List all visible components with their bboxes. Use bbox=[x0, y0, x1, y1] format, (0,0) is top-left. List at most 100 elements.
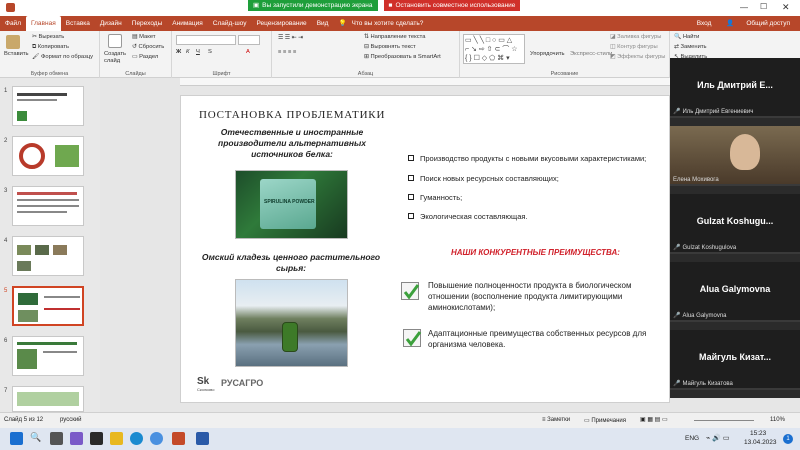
slide-thumbnail[interactable] bbox=[12, 386, 84, 412]
view-buttons[interactable]: ▣ ▦ ▤ ▭ bbox=[640, 416, 668, 423]
search-icon[interactable]: 🔍 bbox=[30, 432, 43, 445]
tab-home[interactable]: Главная bbox=[25, 16, 61, 31]
thumb-number: 6 bbox=[4, 338, 8, 344]
checkmark-icon bbox=[403, 329, 422, 347]
tab-review[interactable]: Рецензирование bbox=[251, 16, 311, 31]
text-direction-button[interactable]: ⇅ Направление текста bbox=[364, 34, 425, 40]
slide-thumbnail[interactable] bbox=[12, 136, 84, 176]
group-label: Буфер обмена bbox=[30, 71, 69, 77]
group-label: Слайды bbox=[125, 71, 146, 77]
comments-button[interactable]: ▭ Примечания bbox=[584, 417, 626, 424]
align-text-button[interactable]: ⊟ Выровнять текст bbox=[364, 44, 416, 50]
bullet-item: Экологическая составляющая. bbox=[408, 212, 528, 221]
underline-button[interactable]: Ч bbox=[196, 49, 200, 55]
bullet-item: Поиск новых ресурсных составляющих; bbox=[408, 174, 559, 183]
section-button[interactable]: ▭ Раздел bbox=[132, 54, 158, 60]
skolkovo-logo: Sk Сколково bbox=[197, 376, 215, 392]
network-icon[interactable]: ⌁ 🔊 ▭ bbox=[706, 434, 729, 442]
tab-animation[interactable]: Анимация bbox=[167, 16, 208, 31]
participant-tile[interactable]: Alua Galymovna 🎤 Alua Galymovna bbox=[670, 262, 800, 322]
tab-file[interactable]: Файл bbox=[0, 16, 26, 31]
share-button[interactable]: 👤 Общий доступ bbox=[716, 16, 800, 31]
maximize-icon[interactable]: ☐ bbox=[760, 2, 767, 11]
advantage-2: Адаптационные преимущества собственных р… bbox=[428, 329, 647, 349]
keyboard-language[interactable]: ENG bbox=[685, 435, 699, 442]
italic-button[interactable]: К bbox=[186, 49, 189, 55]
tab-view[interactable]: Вид bbox=[312, 16, 334, 31]
share-icon: ▣ bbox=[253, 2, 260, 9]
shape-outline-button[interactable]: ◫ Контур фигуры bbox=[610, 44, 658, 50]
chat-icon[interactable] bbox=[70, 432, 83, 445]
format-painter-button[interactable]: 🖌 Формат по образцу bbox=[32, 54, 93, 60]
chrome-icon[interactable] bbox=[150, 432, 163, 445]
align-buttons[interactable]: ≡ ≡ ≡ ≡ bbox=[278, 49, 296, 55]
font-family-select[interactable] bbox=[176, 35, 236, 45]
tab-insert[interactable]: Вставка bbox=[61, 16, 95, 31]
word-icon[interactable] bbox=[196, 432, 209, 445]
share-status: ▣ Вы запустили демонстрацию экрана bbox=[248, 0, 378, 11]
copy-button[interactable]: ⧉ Копировать bbox=[32, 44, 69, 51]
quick-styles-button[interactable]: Экспресс-стили bbox=[570, 51, 612, 57]
checkmark-icon bbox=[401, 282, 420, 300]
tab-transitions[interactable]: Переходы bbox=[127, 16, 168, 31]
participant-tile[interactable]: Иль Дмитрий Е... 🎤 Иль Дмитрий Евгениевич bbox=[670, 58, 800, 118]
smartart-button[interactable]: ⊞ Преобразовать в SmartArt bbox=[364, 54, 441, 60]
horizontal-ruler bbox=[180, 78, 670, 86]
tab-design[interactable]: Дизайн bbox=[95, 16, 127, 31]
tab-slideshow[interactable]: Слайд-шоу bbox=[208, 16, 252, 31]
shape-fill-button[interactable]: ◪ Заливка фигуры bbox=[610, 34, 661, 40]
slide-thumbnail[interactable] bbox=[12, 236, 84, 276]
find-button[interactable]: 🔍 Найти bbox=[674, 34, 699, 40]
spirulina-image: SPIRULINA POWDER bbox=[235, 170, 348, 239]
zoom-level[interactable]: 110% bbox=[770, 417, 785, 423]
paste-button[interactable]: Вставить bbox=[4, 51, 29, 57]
slide-thumbnail[interactable] bbox=[12, 86, 84, 126]
arrange-button[interactable]: Упорядочить bbox=[530, 51, 565, 57]
clock-time[interactable]: 15:23 bbox=[750, 430, 766, 437]
strike-button[interactable]: S bbox=[208, 49, 212, 55]
notes-button[interactable]: ≡ Заметки bbox=[542, 417, 570, 423]
group-clipboard: Вставить ✂ Вырезать ⧉ Копировать 🖌 Форма… bbox=[0, 31, 100, 78]
login-link[interactable]: Вход bbox=[692, 16, 717, 31]
group-paragraph: ☰ ☰ ⇤ ⇥ ≡ ≡ ≡ ≡ ⇅ Направление текста ⊟ В… bbox=[272, 31, 460, 78]
tell-me-input[interactable]: Что вы хотите сделать? bbox=[352, 16, 429, 31]
font-size-select[interactable] bbox=[238, 35, 260, 45]
new-slide-icon[interactable] bbox=[108, 34, 122, 48]
group-label: Абзац bbox=[357, 71, 374, 77]
language-indicator[interactable]: русский bbox=[60, 417, 82, 423]
bold-button[interactable]: Ж bbox=[176, 49, 181, 55]
edge-icon[interactable] bbox=[130, 432, 143, 445]
bullets-button[interactable]: ☰ ☰ ⇤ ⇥ bbox=[278, 35, 303, 41]
zoom-slider[interactable] bbox=[694, 420, 754, 421]
thumb-number: 3 bbox=[4, 188, 8, 194]
stop-share-button[interactable]: ■ Остановить совместное использование bbox=[383, 0, 521, 11]
cut-button[interactable]: ✂ Вырезать bbox=[32, 34, 64, 40]
powerpoint-icon[interactable] bbox=[172, 432, 185, 445]
new-slide-button[interactable]: Создать слайд bbox=[104, 51, 130, 65]
participant-tile[interactable]: Елена Мохивога bbox=[670, 126, 800, 186]
paste-icon[interactable] bbox=[6, 35, 20, 49]
group-label: Рисование bbox=[550, 71, 579, 77]
minimize-icon[interactable]: — bbox=[740, 3, 748, 12]
shape-effects-button[interactable]: ◩ Эффекты фигуры bbox=[610, 54, 665, 60]
reset-button[interactable]: ↺ Сбросить bbox=[132, 44, 164, 50]
camera-app-icon[interactable] bbox=[90, 432, 103, 445]
font-color-button[interactable]: A bbox=[246, 49, 250, 55]
close-icon[interactable]: ✕ bbox=[782, 2, 790, 13]
replace-button[interactable]: ⇄ Заменить bbox=[674, 44, 707, 50]
shapes-gallery[interactable]: ▭ ╲ ╲ □ ○ ▭ △ ⌐ ↘ ⇨ ⇧ ⊂ ⌒ ☆{ } ☐ ◇ ⬠ ⌘ ▾ bbox=[463, 34, 525, 64]
slide-thumbnail[interactable] bbox=[12, 336, 84, 376]
left-heading: Отечественные и иностранные производител… bbox=[218, 127, 366, 159]
file-explorer-icon[interactable] bbox=[110, 432, 123, 445]
notification-badge[interactable]: 1 bbox=[783, 434, 793, 444]
task-view-icon[interactable] bbox=[50, 432, 63, 445]
save-icon[interactable] bbox=[6, 3, 15, 12]
clock-date[interactable]: 13.04.2023 bbox=[744, 439, 777, 446]
start-icon[interactable] bbox=[10, 432, 23, 445]
mic-muted-icon: 🎤 bbox=[673, 381, 681, 387]
slide-thumbnail-selected[interactable] bbox=[12, 286, 84, 326]
layout-button[interactable]: ▤ Макет bbox=[132, 34, 156, 40]
slide-thumbnail[interactable] bbox=[12, 186, 84, 226]
participant-tile[interactable]: Gulzat Koshugu... 🎤 Gulzat Koshugulova bbox=[670, 194, 800, 254]
participant-tile[interactable]: Майгуль Кизат... 🎤 Майгуль Кизатова bbox=[670, 330, 800, 390]
